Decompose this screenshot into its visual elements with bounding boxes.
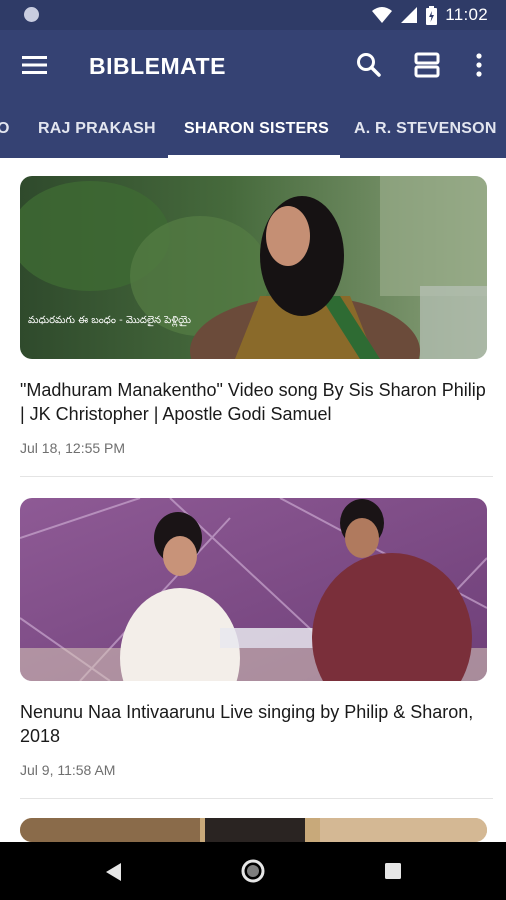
tab-sharon-sisters[interactable]: SHARON SISTERS bbox=[184, 120, 329, 138]
video-card[interactable]: Nenunu Naa Intivaarunu Live singing by P… bbox=[20, 498, 487, 788]
divider bbox=[20, 798, 493, 799]
more-vert-icon[interactable] bbox=[464, 50, 494, 80]
video-date: Jul 18, 12:55 PM bbox=[20, 440, 126, 456]
system-nav-bar bbox=[0, 842, 506, 900]
video-thumbnail[interactable] bbox=[20, 498, 487, 681]
status-bar: 11:02 bbox=[0, 0, 506, 30]
wifi-icon bbox=[372, 7, 393, 23]
video-title[interactable]: Nenunu Naa Intivaarunu Live singing by P… bbox=[20, 700, 487, 748]
notification-dot-icon bbox=[24, 7, 39, 22]
tab-indicator bbox=[168, 155, 340, 158]
search-icon[interactable] bbox=[354, 50, 384, 80]
video-card[interactable]: మధురమగు ఈ బంధం - మొదలైన పెళ్లియై "Madhur… bbox=[20, 176, 487, 466]
video-title[interactable]: "Madhuram Manakentho" Video song By Sis … bbox=[20, 378, 487, 426]
battery-icon bbox=[426, 5, 438, 25]
back-icon[interactable] bbox=[104, 862, 124, 882]
tab-partial[interactable]: O bbox=[0, 120, 10, 138]
divider bbox=[20, 476, 493, 477]
category-tabs: O RAJ PRAKASH SHARON SISTERS A. R. STEVE… bbox=[0, 100, 506, 158]
tab-raj-prakash[interactable]: RAJ PRAKASH bbox=[38, 120, 156, 138]
signal-icon bbox=[401, 7, 418, 23]
video-date: Jul 9, 11:58 AM bbox=[20, 762, 116, 778]
clock: 11:02 bbox=[445, 5, 488, 24]
video-thumbnail[interactable] bbox=[20, 818, 487, 842]
recents-icon[interactable] bbox=[385, 863, 401, 879]
video-card[interactable] bbox=[20, 818, 487, 842]
app-bar: BIBLEMATE bbox=[0, 30, 506, 100]
home-icon[interactable] bbox=[240, 858, 266, 884]
menu-icon[interactable] bbox=[22, 53, 48, 77]
status-icons: 11:02 bbox=[372, 5, 488, 25]
app-title: BIBLEMATE bbox=[89, 53, 226, 79]
thumbnail-caption: మధురమగు ఈ బంధం - మొదలైన పెళ్లియై bbox=[28, 315, 191, 326]
tab-ar-stevenson[interactable]: A. R. STEVENSON bbox=[354, 120, 497, 138]
view-toggle-icon[interactable] bbox=[412, 50, 442, 80]
video-thumbnail[interactable]: మధురమగు ఈ బంధం - మొదలైన పెళ్లియై bbox=[20, 176, 487, 359]
